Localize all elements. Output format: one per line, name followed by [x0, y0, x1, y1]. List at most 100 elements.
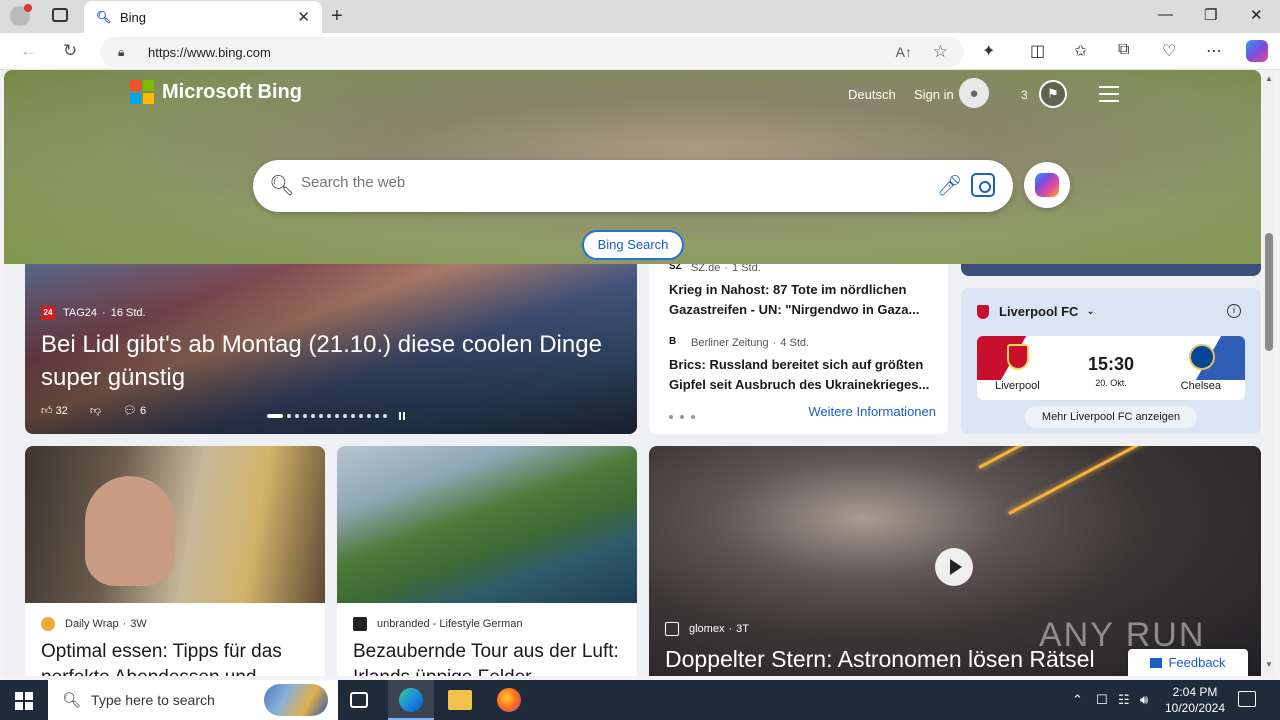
- news-item[interactable]: SZ SZ.de · 1 Std. Krieg in Nahost: 87 Tote …: [669, 264, 937, 320]
- windows-start-icon[interactable]: [15, 692, 33, 710]
- carousel-indicator[interactable]: [267, 412, 405, 420]
- tag24-logo-icon: 24: [41, 306, 55, 320]
- system-clock[interactable]: 2:04 PM 10/20/2024: [1160, 684, 1230, 716]
- comments-button[interactable]: 💬︎ 6: [123, 404, 146, 417]
- network-icon[interactable]: ☷: [1118, 692, 1130, 708]
- minimize-icon[interactable]: —: [1158, 6, 1173, 23]
- match-panel[interactable]: Liverpool Chelsea 15:30 20. Okt.: [977, 336, 1245, 400]
- article-source: unbranded - Lifestyle German: [353, 617, 523, 631]
- search-box: 🔍︎ 🎤︎: [253, 160, 1013, 212]
- search-highlight-image: [264, 684, 328, 716]
- collections-icon[interactable]: ⧉: [1118, 41, 1129, 59]
- rewards-count[interactable]: 3: [1021, 88, 1028, 102]
- firefox-icon[interactable]: [497, 688, 521, 712]
- copilot-sidebar-icon[interactable]: [1246, 40, 1268, 62]
- volume-icon[interactable]: 🔊︎: [1140, 692, 1148, 708]
- tab-actions-icon[interactable]: [52, 8, 68, 22]
- user-avatar-icon[interactable]: ●: [959, 78, 989, 108]
- hamburger-menu-icon[interactable]: [1099, 86, 1119, 107]
- article-source: Daily Wrap · 3W: [41, 617, 147, 631]
- page-scrollbar[interactable]: ▲ ▼: [1263, 70, 1275, 676]
- read-aloud-icon[interactable]: A↑: [896, 44, 912, 60]
- search-icon: 🔍︎: [62, 692, 82, 709]
- scroll-thumb[interactable]: [1265, 233, 1273, 351]
- team-selector[interactable]: Liverpool FC ⌄: [977, 304, 1095, 319]
- close-tab-icon[interactable]: ✕: [297, 8, 310, 26]
- windows-taskbar: 🔍︎ Type here to search ⌃ ☐ ☷ 🔊︎ 2:04 PM …: [0, 680, 1280, 720]
- search-input[interactable]: [301, 174, 861, 191]
- profile-icon[interactable]: [10, 4, 32, 26]
- lock-icon[interactable]: 🔒︎: [118, 45, 140, 60]
- unbranded-logo-icon: [353, 617, 367, 631]
- address-toolbar: ← ↻ 🔒︎ https://www.bing.com A↑ ☆ ✦ ◫ ✩ ⧉…: [0, 33, 1280, 70]
- back-icon[interactable]: ←: [20, 41, 37, 61]
- show-more-button[interactable]: Mehr Liverpool FC anzeigen: [1025, 406, 1197, 428]
- edge-icon[interactable]: [399, 688, 423, 712]
- close-window-icon[interactable]: ✕: [1250, 6, 1263, 24]
- glomex-logo-icon: [665, 622, 679, 636]
- logo-text: Microsoft Bing: [162, 80, 302, 103]
- feature-story-card[interactable]: 24 TAG24 · 16 Std. Bei Lidl gibt's ab Mo…: [25, 264, 637, 434]
- browser-tab-bar: 🔍︎ Bing ✕ + — ❐ ✕: [0, 0, 1280, 33]
- dislike-button[interactable]: 👎︎: [90, 404, 101, 417]
- taskbar-search[interactable]: 🔍︎ Type here to search: [48, 680, 338, 720]
- bing-logo[interactable]: Microsoft Bing: [130, 80, 302, 104]
- scroll-down-icon[interactable]: ▼: [1265, 660, 1273, 669]
- video-source: glomex · 3T: [665, 622, 749, 636]
- new-tab-icon[interactable]: +: [331, 5, 343, 28]
- video-card[interactable]: ANY RUN glomex · 3T Doppelter Stern: Astro…: [649, 446, 1261, 676]
- tab-bing[interactable]: 🔍︎ Bing ✕: [84, 1, 322, 33]
- sign-in-link[interactable]: Sign in: [914, 87, 954, 102]
- berliner-zeitung-logo-icon: B: [669, 336, 677, 347]
- story-stats: 👍︎ 32 👎︎ 💬︎ 6: [41, 404, 146, 417]
- taskbar-search-placeholder: Type here to search: [91, 692, 215, 708]
- url-text[interactable]: https://www.bing.com: [148, 45, 271, 60]
- news-headline[interactable]: Brics: Russland bereitet sich auf größte…: [669, 355, 937, 395]
- microphone-icon[interactable]: 🎤︎: [937, 173, 962, 198]
- browser-essentials-icon[interactable]: ♡: [1162, 41, 1176, 61]
- favorites-icon[interactable]: ✩: [1074, 41, 1087, 61]
- meet-now-icon[interactable]: ☐: [1096, 692, 1108, 708]
- address-bar[interactable]: 🔒︎ https://www.bing.com A↑ ☆: [100, 37, 964, 67]
- article-card[interactable]: Daily Wrap · 3W Optimal essen: Tipps für d…: [25, 446, 325, 676]
- language-link[interactable]: Deutsch: [848, 87, 896, 102]
- bing-search-button[interactable]: Bing Search: [582, 230, 684, 260]
- news-pager[interactable]: [669, 415, 695, 419]
- story-headline[interactable]: Bei Lidl gibt's ab Montag (21.10.) diese…: [41, 328, 631, 394]
- info-icon[interactable]: i: [1227, 304, 1241, 318]
- news-headline[interactable]: Krieg in Nahost: 87 Tote im nördlichen G…: [669, 280, 937, 320]
- video-headline[interactable]: Doppelter Stern: Astronomen lösen Rätsel: [665, 646, 1095, 673]
- visual-search-icon[interactable]: [971, 173, 995, 197]
- pause-icon[interactable]: [399, 412, 405, 420]
- scroll-up-icon[interactable]: ▲: [1265, 74, 1273, 83]
- liverpool-crest-icon: [977, 304, 989, 319]
- play-icon[interactable]: [935, 548, 973, 586]
- article-card[interactable]: unbranded - Lifestyle German Bezaubernde…: [337, 446, 637, 676]
- show-hidden-icons-icon[interactable]: ⌃: [1072, 692, 1083, 708]
- comment-icon: 💬︎: [122, 405, 137, 417]
- copilot-button[interactable]: [1024, 162, 1070, 208]
- article-headline[interactable]: Optimal essen: Tipps für das perfekte Ab…: [41, 639, 311, 676]
- article-image: [337, 446, 637, 603]
- file-explorer-icon[interactable]: [448, 690, 472, 710]
- tab-title: Bing: [120, 9, 147, 25]
- extensions-icon[interactable]: ✦: [982, 41, 995, 61]
- rewards-trophy-icon[interactable]: ⚑: [1039, 80, 1067, 108]
- more-info-link[interactable]: Weitere Informationen: [808, 404, 936, 419]
- sports-card: Liverpool FC ⌄ i Liverpool Chelsea 15:30…: [961, 288, 1261, 434]
- microsoft-logo-icon: [130, 80, 154, 104]
- article-headline[interactable]: Bezaubernde Tour aus der Luft: Irlands ü…: [353, 639, 623, 676]
- match-time: 15:30: [1087, 354, 1135, 374]
- restore-icon[interactable]: ❐: [1204, 6, 1217, 24]
- refresh-icon[interactable]: ↻: [63, 41, 77, 61]
- search-icon: 🔍︎: [269, 175, 295, 197]
- notifications-icon[interactable]: [1238, 691, 1256, 707]
- split-screen-icon[interactable]: ◫: [1030, 41, 1045, 61]
- news-item[interactable]: B Berliner Zeitung · 4 Std. Brics: Russland…: [669, 336, 937, 395]
- task-view-icon[interactable]: [350, 692, 368, 708]
- favorite-star-icon[interactable]: ☆: [933, 42, 948, 62]
- sz-logo-icon: SZ: [669, 264, 682, 272]
- feedback-button[interactable]: Feedback: [1128, 649, 1248, 676]
- like-button[interactable]: 👍︎ 32: [41, 404, 68, 417]
- more-menu-icon[interactable]: ⋯: [1206, 41, 1222, 61]
